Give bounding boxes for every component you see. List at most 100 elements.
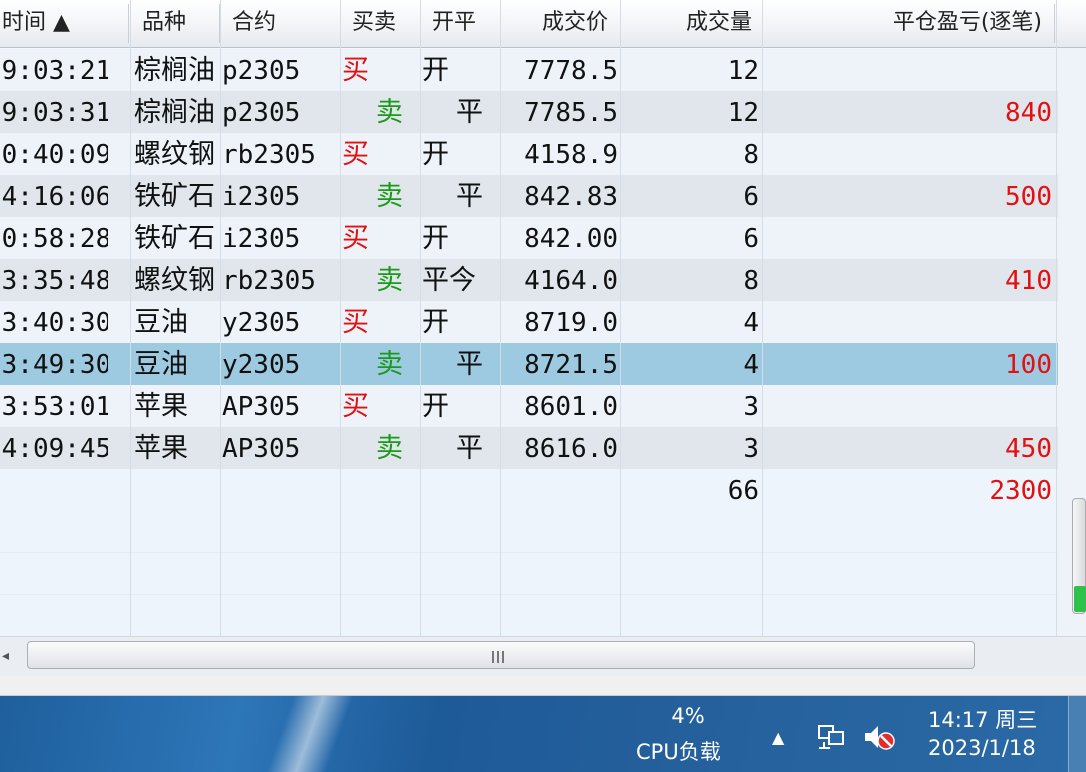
grid-header: 时间 ▲ 品种 合约 买卖 开平 成交价 成交量 平仓盈亏(逐笔): [0, 0, 1086, 48]
table-row[interactable]: 14:16:06 铁矿石i2305 卖 平 842.83 6 500: [0, 175, 1058, 217]
cell-time: 10:40:09: [0, 140, 108, 170]
cell-volume: 12: [727, 98, 759, 128]
empty-row: [0, 595, 1058, 636]
cell-product: 螺纹钢: [134, 139, 215, 170]
cell-openclose: 开: [422, 55, 449, 86]
cell-volume: 8: [743, 140, 759, 170]
cell-volume: 12: [727, 56, 759, 86]
cell-contract: rb2305: [222, 140, 316, 170]
clock-time[interactable]: 14:17 周三: [928, 704, 1037, 734]
table-row[interactable]: 13:53:01 苹果 AP305 买 开 8601.0 3: [0, 385, 1058, 427]
network-icon[interactable]: [816, 722, 846, 752]
cell-side: 买: [342, 391, 369, 422]
table-row[interactable]: 10:40:09 螺纹钢rb2305 买 开 4158.9 8: [0, 133, 1058, 175]
cell-price: 8719.0: [524, 308, 618, 338]
table-row[interactable]: 13:35:48 螺纹钢rb2305 卖平今 4164.0 8 410: [0, 259, 1058, 301]
cell-pnl: 100: [1005, 350, 1052, 380]
cell-openclose: 平: [456, 181, 483, 212]
cell-product: 豆油: [134, 307, 188, 338]
cell-price: 4164.0: [524, 266, 618, 296]
cell-openclose: 平今: [422, 265, 476, 296]
cell-side: 卖: [376, 181, 403, 212]
cell-price: 8721.5: [524, 350, 618, 380]
cell-volume: 3: [743, 392, 759, 422]
table-row[interactable]: 09:03:21 棕榈油p2305 买 开 7778.5 12: [0, 49, 1058, 91]
cell-product: 铁矿石: [134, 223, 215, 254]
cell-price: 842.00: [524, 224, 618, 254]
cell-contract: i2305: [222, 182, 301, 212]
cell-contract: AP305: [222, 434, 301, 464]
cell-product: 铁矿石: [134, 181, 215, 212]
cell-product: 苹果: [134, 433, 188, 464]
column-header-pnl[interactable]: 平仓盈亏(逐笔): [764, 0, 1042, 47]
cell-contract: p2305: [222, 98, 301, 128]
scroll-left-arrow-icon[interactable]: ◂: [2, 646, 16, 666]
window-bottom-border: [0, 676, 1086, 696]
cell-side: 卖: [376, 433, 403, 464]
cell-openclose: 开: [422, 139, 449, 170]
cell-pnl: [764, 385, 1052, 427]
cell-pnl: [764, 49, 1052, 91]
table-row[interactable]: 13:49:30 豆油 y2305 卖 平 8721.5 4 100: [0, 343, 1086, 385]
table-row[interactable]: 09:03:31 棕榈油p2305 卖 平 7785.5 12 840: [0, 91, 1058, 133]
cell-volume: 3: [743, 434, 759, 464]
volume-muted-icon[interactable]: [862, 722, 896, 752]
total-pnl: 2300: [989, 476, 1052, 506]
column-header-openclose[interactable]: 开平: [432, 0, 498, 47]
show-desktop-button[interactable]: [1068, 696, 1086, 772]
cell-side: 买: [342, 223, 369, 254]
cell-openclose: 平: [456, 97, 483, 128]
cell-time: 09:03:21: [0, 56, 108, 86]
table-row[interactable]: 14:09:45 苹果 AP305 卖 平 8616.0 3 450: [0, 427, 1058, 469]
cell-contract: AP305: [222, 392, 301, 422]
cell-contract: i2305: [222, 224, 301, 254]
cell-time: 13:35:48: [0, 266, 108, 296]
clock-date[interactable]: 2023/1/18: [928, 736, 1036, 760]
cell-price: 842.83: [524, 182, 618, 212]
scroll-indicator-green: [1074, 586, 1086, 612]
column-header-time[interactable]: 时间 ▲: [2, 0, 128, 47]
total-volume: 66: [727, 476, 759, 506]
cell-openclose: 开: [422, 223, 449, 254]
windows-taskbar: [0, 696, 1086, 772]
empty-row: [0, 511, 1058, 553]
totals-row: 66 2300: [0, 469, 1058, 511]
cell-openclose: 开: [422, 307, 449, 338]
column-header-volume[interactable]: 成交量: [622, 0, 752, 47]
column-header-price[interactable]: 成交价: [502, 0, 608, 47]
cell-side: 买: [342, 307, 369, 338]
cell-side: 买: [342, 139, 369, 170]
cell-contract: rb2305: [222, 266, 316, 296]
cell-time: 13:49:30: [0, 350, 108, 380]
column-header-product[interactable]: 品种: [142, 0, 218, 47]
cell-price: 8616.0: [524, 434, 618, 464]
cell-price: 7785.5: [524, 98, 618, 128]
cell-product: 豆油: [134, 349, 188, 380]
cpu-percent: 4%: [671, 704, 705, 728]
cell-price: 8601.0: [524, 392, 618, 422]
cell-pnl: [764, 217, 1052, 259]
cell-time: 13:53:01: [0, 392, 108, 422]
column-header-contract[interactable]: 合约: [232, 0, 338, 47]
cell-time: 14:16:06: [0, 182, 108, 212]
table-row[interactable]: 13:40:30 豆油 y2305 买 开 8719.0 4: [0, 301, 1058, 343]
cell-time: 13:40:30: [0, 308, 108, 338]
cell-side: 卖: [376, 97, 403, 128]
cell-volume: 4: [743, 350, 759, 380]
scrollbar-grip-icon: [492, 648, 508, 663]
cell-contract: p2305: [222, 56, 301, 86]
cell-time: 10:58:28: [0, 224, 108, 254]
tray-up-arrow-icon[interactable]: ▲: [772, 728, 784, 747]
cell-time: 14:09:45: [0, 434, 108, 464]
table-row[interactable]: 10:58:28 铁矿石i2305 买 开 842.00 6: [0, 217, 1058, 259]
trade-grid: 时间 ▲ 品种 合约 买卖 开平 成交价 成交量 平仓盈亏(逐笔) 09:03:…: [0, 0, 1086, 636]
cell-volume: 8: [743, 266, 759, 296]
cell-pnl: 840: [1005, 98, 1052, 128]
cell-price: 7778.5: [524, 56, 618, 86]
column-header-side[interactable]: 买卖: [352, 0, 418, 47]
cell-contract: y2305: [222, 350, 301, 380]
taskbar-glare: [250, 696, 370, 772]
cell-volume: 4: [743, 308, 759, 338]
empty-row: [0, 553, 1058, 595]
cell-side: 卖: [376, 349, 403, 380]
